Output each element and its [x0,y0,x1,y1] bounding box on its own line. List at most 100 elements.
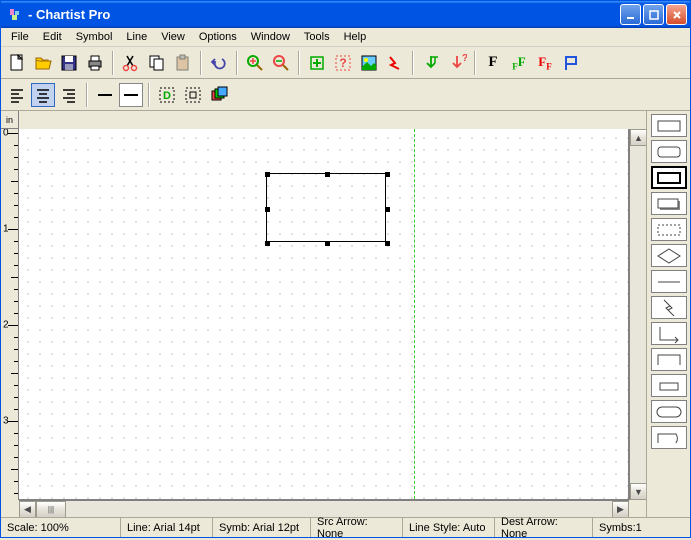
scroll-down-button[interactable]: ▼ [630,483,647,500]
font-red-button[interactable]: FF [533,51,557,75]
resize-handle[interactable] [325,172,330,177]
menu-window[interactable]: Window [245,29,296,45]
resize-handle[interactable] [265,207,270,212]
line-button[interactable] [383,51,407,75]
menu-file[interactable]: File [5,29,35,45]
palette-lightning[interactable] [651,296,687,319]
palette-hline[interactable] [651,270,687,293]
app-window: - Chartist Pro File Edit Symbol Line Vie… [0,0,691,538]
svg-text:?: ? [339,56,346,70]
status-symb-font: Symb: Arial 12pt [213,518,311,537]
palette-shadow-rect[interactable] [651,192,687,215]
palette-small-rect[interactable] [651,374,687,397]
statusbar: Scale: 100% Line: Arial 14pt Symb: Arial… [1,517,690,537]
titlebar[interactable]: - Chartist Pro [1,1,690,28]
resize-handle[interactable] [385,241,390,246]
menu-help[interactable]: Help [338,29,373,45]
menu-line[interactable]: Line [120,29,153,45]
paste-button[interactable] [171,51,195,75]
vertical-scrollbar[interactable]: ▲ ▼ [629,129,646,500]
horizontal-scrollbar[interactable]: ◀ ||| ▶ [19,500,629,517]
layers-button[interactable] [207,83,231,107]
status-scale: Scale: 100% [1,518,121,537]
toolbar-separator [236,51,238,75]
svg-text:?: ? [462,53,467,64]
toolbar-separator [412,51,414,75]
shape-palette [646,111,690,517]
palette-diamond[interactable] [651,244,687,267]
palette-half-round[interactable] [651,426,687,449]
close-button[interactable] [666,4,687,25]
menubar: File Edit Symbol Line View Options Windo… [1,28,690,47]
align-right-button[interactable] [57,83,81,107]
zoom-in-button[interactable] [243,51,267,75]
scrollbar-corner [629,500,646,517]
resize-handle[interactable] [265,241,270,246]
undo-button[interactable] [207,51,231,75]
palette-connector[interactable] [651,322,687,345]
minimize-button[interactable] [620,4,641,25]
vertical-guide[interactable] [414,129,415,499]
save-button[interactable] [57,51,81,75]
toolbar-separator [148,83,150,107]
menu-tools[interactable]: Tools [298,29,336,45]
snap-add-button[interactable] [419,51,443,75]
toolbar-separator [200,51,202,75]
image-button[interactable] [357,51,381,75]
select-box-button[interactable] [181,83,205,107]
vertical-ruler[interactable]: 0123 [1,129,19,500]
zoom-out-button[interactable] [269,51,293,75]
menu-symbol[interactable]: Symbol [70,29,119,45]
menu-options[interactable]: Options [193,29,243,45]
resize-handle[interactable] [325,241,330,246]
print-button[interactable] [83,51,107,75]
resize-handle[interactable] [385,172,390,177]
status-src-arrow: Src Arrow: None [311,518,403,537]
flag-button[interactable] [559,51,583,75]
status-symbs: Symbs:1 [593,518,690,537]
selected-rectangle-symbol[interactable] [266,173,386,242]
menu-view[interactable]: View [155,29,191,45]
palette-rectangle-bold[interactable] [651,166,687,189]
toolbar-separator [86,83,88,107]
scroll-right-button[interactable]: ▶ [612,501,629,517]
ruler-unit-label: in [1,111,19,129]
canvas[interactable] [19,129,629,500]
scroll-left-button[interactable]: ◀ [19,501,36,517]
scroll-track[interactable] [630,146,646,483]
scroll-options-button[interactable]: ||| [36,501,66,517]
toolbar-format: D [1,79,690,111]
toolbar-separator [112,51,114,75]
new-button[interactable] [5,51,29,75]
cut-button[interactable] [119,51,143,75]
align-center-button[interactable] [31,83,55,107]
toolbar-separator [474,51,476,75]
menu-edit[interactable]: Edit [37,29,68,45]
toolbar-separator [298,51,300,75]
font-green-button[interactable]: FF [507,51,531,75]
palette-dashed-rect[interactable] [651,218,687,241]
toolbar-main: ? ? F FF FF [1,47,690,79]
svg-text:D: D [163,90,171,102]
maximize-button[interactable] [643,4,664,25]
resize-handle[interactable] [385,207,390,212]
scroll-up-button[interactable]: ▲ [630,129,647,146]
resize-handle[interactable] [265,172,270,177]
border-style-button[interactable] [119,83,143,107]
align-left-button[interactable] [5,83,29,107]
status-dest-arrow: Dest Arrow: None [495,518,593,537]
copy-button[interactable] [145,51,169,75]
open-button[interactable] [31,51,55,75]
whatsthis-button[interactable]: ? [331,51,355,75]
palette-rectangle[interactable] [651,114,687,137]
palette-terminator[interactable] [651,400,687,423]
palette-rounded-rect[interactable] [651,140,687,163]
font-normal-button[interactable]: F [481,51,505,75]
status-line-font: Line: Arial 14pt [121,518,213,537]
snap-help-button[interactable]: ? [445,51,469,75]
palette-open-rect[interactable] [651,348,687,371]
line-style-button[interactable] [93,83,117,107]
workarea: in 0123456 0123 ▲ ▼ [1,111,690,517]
add-symbol-button[interactable] [305,51,329,75]
select-dashed-button[interactable]: D [155,83,179,107]
